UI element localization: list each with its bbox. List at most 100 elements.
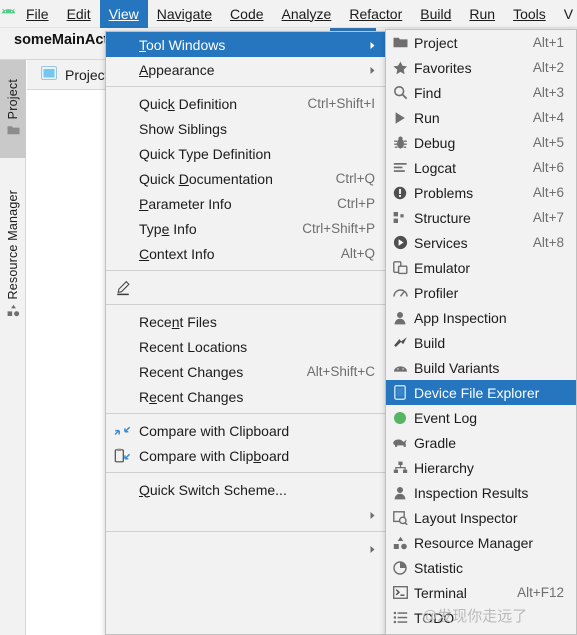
- hierarchy-icon: [386, 461, 414, 474]
- menu-item-run[interactable]: Run Alt+4: [386, 105, 576, 130]
- menu-item-terminal-accel: Alt+F12: [517, 585, 564, 600]
- menubar-item-navigate[interactable]: Navigate: [148, 0, 221, 28]
- menubar-item-analyze-label: Analyze: [281, 5, 332, 22]
- menubar-item-code[interactable]: Code: [221, 0, 272, 28]
- menu-item-favorites-label: Favorites: [414, 59, 472, 76]
- menubar-item-analyze[interactable]: Analyze: [273, 0, 341, 28]
- menu-item-quick-documentation[interactable]: Quick Documentation Ctrl+Q: [106, 166, 385, 191]
- folder-icon: [386, 36, 414, 49]
- menu-item-inspection-results[interactable]: Inspection Results: [386, 480, 576, 505]
- menu-item-type-info[interactable]: Type Info Ctrl+Shift+P: [106, 216, 385, 241]
- menu-item-profiler[interactable]: Profiler: [386, 280, 576, 305]
- menu-item-build[interactable]: Build: [386, 330, 576, 355]
- menubar-item-tools[interactable]: Tools: [504, 0, 555, 28]
- menu-item-recent-files[interactable]: Recent Files: [106, 309, 385, 334]
- menu-item-profiler-label: Profiler: [414, 284, 459, 301]
- menu-item-run-accel: Alt+4: [532, 110, 564, 125]
- compare-clipboard-icon: [106, 448, 139, 464]
- star-icon: [386, 61, 414, 75]
- pencil-icon: [106, 280, 139, 296]
- menubar-item-navigate-label: Navigate: [156, 5, 213, 22]
- menu-separator: [106, 531, 385, 532]
- menu-item-recent-locations[interactable]: Recent Changes Alt+Shift+C: [106, 359, 385, 384]
- menu-item-services[interactable]: Services Alt+8: [386, 230, 576, 255]
- tool-windows-submenu-popup: Project Alt+1 Favorites Alt+2 Find Alt+3…: [385, 29, 577, 635]
- menubar-item-file-label: File: [26, 5, 49, 22]
- menu-item-appearance[interactable]: Appearance: [106, 57, 385, 82]
- menubar-item-vcs[interactable]: V: [555, 0, 577, 28]
- menubar-item-run[interactable]: Run: [460, 0, 504, 28]
- menu-item-problems[interactable]: Problems Alt+6: [386, 180, 576, 205]
- menu-item-hierarchy[interactable]: Hierarchy: [386, 455, 576, 480]
- bug-icon: [386, 136, 414, 150]
- menu-item-todo[interactable]: TODO: [386, 605, 576, 630]
- menu-item-quick-documentation-accel: Ctrl+Q: [335, 171, 375, 186]
- menu-item-event-log[interactable]: Event Log: [386, 405, 576, 430]
- menu-item-quick-definition[interactable]: Quick Definition Ctrl+Shift+I: [106, 91, 385, 116]
- menu-item-layout-inspector-label: Layout Inspector: [414, 509, 518, 526]
- menu-item-type-info-accel: Ctrl+Shift+P: [302, 221, 375, 236]
- menu-item-quick-switch-scheme[interactable]: Quick Switch Scheme...: [106, 477, 385, 502]
- menu-item-layout-inspector[interactable]: Layout Inspector: [386, 505, 576, 530]
- menubar-item-run-label: Run: [469, 5, 496, 22]
- sidebar-item-resource-manager[interactable]: Resource Manager: [0, 160, 26, 350]
- menu-item-find[interactable]: Find Alt+3: [386, 80, 576, 105]
- menu-item-favorites[interactable]: Favorites Alt+2: [386, 55, 576, 80]
- android-head-icon: [386, 363, 414, 373]
- menu-item-show-siblings[interactable]: Show Siblings: [106, 116, 385, 141]
- device-icon: [386, 385, 414, 400]
- terminal-icon: [386, 586, 414, 599]
- menu-item-terminal[interactable]: Terminal Alt+F12: [386, 580, 576, 605]
- menubar-item-code-label: Code: [230, 5, 264, 22]
- menu-item-tool-windows[interactable]: Tool Windows: [106, 32, 385, 57]
- menu-item-structure[interactable]: Structure Alt+7: [386, 205, 576, 230]
- menu-bar: File Edit View Navigate Code Analyze Ref…: [0, 0, 577, 28]
- menubar-item-refactor[interactable]: Refactor: [340, 0, 411, 28]
- menu-item-hierarchy-label: Hierarchy: [414, 459, 474, 476]
- menu-item-device-file-explorer[interactable]: Device File Explorer: [386, 380, 576, 405]
- menu-item-app-inspection[interactable]: App Inspection: [386, 305, 576, 330]
- sidebar-item-resource-manager-label: Resource Manager: [6, 189, 20, 300]
- menu-item-compare-with-clipboard[interactable]: Compare with Clipboard: [106, 443, 385, 468]
- menu-item-run-label: Run: [414, 109, 440, 126]
- menu-item-project[interactable]: Project Alt+1: [386, 30, 576, 55]
- menu-item-quick-type-definition[interactable]: Quick Type Definition: [106, 141, 385, 166]
- menu-item-gradle-label: Gradle: [414, 434, 457, 451]
- editor-tab-title[interactable]: someMainAct: [14, 32, 108, 48]
- menu-item-recent-changes[interactable]: Recent Changes: [106, 384, 385, 409]
- menu-item-jump-to-source[interactable]: [106, 275, 385, 300]
- menu-item-logcat[interactable]: Logcat Alt+6: [386, 155, 576, 180]
- menubar-item-build[interactable]: Build: [411, 0, 460, 28]
- menu-item-build-label: Build: [414, 334, 446, 351]
- menu-item-favorites-accel: Alt+2: [532, 60, 564, 75]
- profiler-icon: [386, 286, 414, 300]
- menubar-item-refactor-label: Refactor: [349, 5, 403, 22]
- menu-item-compare-with[interactable]: Compare with Clipboard: [106, 418, 385, 443]
- menu-item-parameter-info[interactable]: Parameter Info Ctrl+P: [106, 191, 385, 216]
- menubar-item-view[interactable]: View: [99, 0, 148, 28]
- menu-item-resource-manager-label: Resource Manager: [414, 534, 534, 551]
- menu-item-recently-changed-files-label: Recent Locations: [139, 338, 248, 355]
- chevron-right-icon: [368, 62, 377, 78]
- project-window-icon: [41, 66, 57, 83]
- chevron-right-icon: [368, 541, 377, 557]
- menu-item-build-variants[interactable]: Build Variants: [386, 355, 576, 380]
- menu-item-emulator[interactable]: Emulator: [386, 255, 576, 280]
- menu-item-terminal-label: Terminal: [414, 584, 467, 601]
- menubar-item-file[interactable]: File: [17, 0, 58, 28]
- menu-item-statistic[interactable]: Statistic: [386, 555, 576, 580]
- menu-item-active-editor[interactable]: [106, 502, 385, 527]
- menu-item-context-info[interactable]: Context Info Alt+Q: [106, 241, 385, 266]
- sidebar-item-project[interactable]: Project: [0, 60, 26, 158]
- menubar-item-build-label: Build: [420, 5, 452, 22]
- menu-item-bidi-text-base-direction[interactable]: [106, 536, 385, 561]
- menu-item-structure-accel: Alt+7: [532, 210, 564, 225]
- menubar-item-edit[interactable]: Edit: [58, 0, 100, 28]
- menu-item-debug[interactable]: Debug Alt+5: [386, 130, 576, 155]
- app-inspection-icon: [386, 311, 414, 325]
- menu-item-context-info-accel: Alt+Q: [340, 246, 375, 261]
- menu-item-gradle[interactable]: Gradle: [386, 430, 576, 455]
- menu-item-recently-changed-files[interactable]: Recent Locations: [106, 334, 385, 359]
- menubar-item-tools-label: Tools: [513, 5, 546, 22]
- menu-item-resource-manager[interactable]: Resource Manager: [386, 530, 576, 555]
